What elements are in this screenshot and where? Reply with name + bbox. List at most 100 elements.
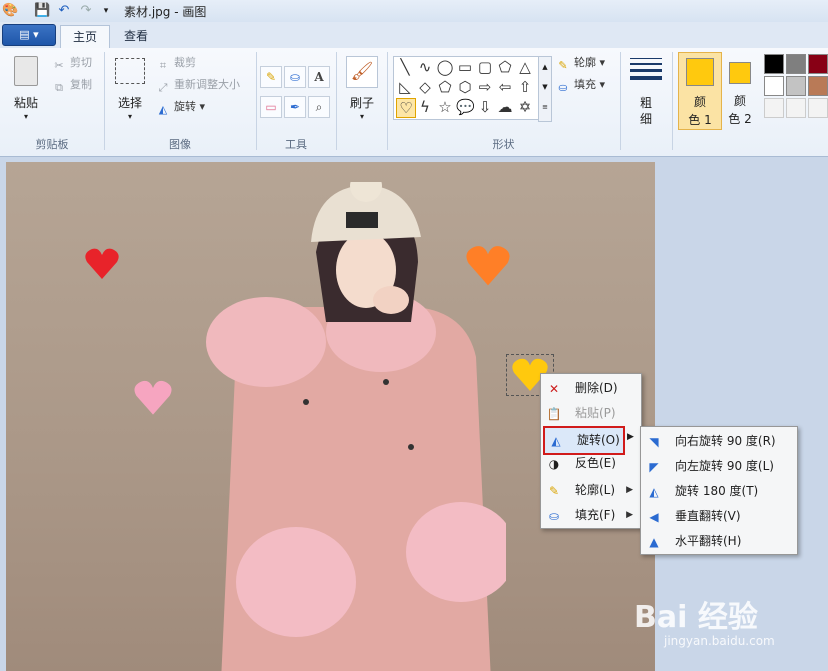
magnifier-icon[interactable]: ⌕ (308, 96, 330, 118)
group-divider (620, 52, 621, 150)
cut-button[interactable]: ✂ 剪切 (52, 54, 92, 72)
menu-item-delete[interactable]: ✕ 删除(D) (543, 376, 639, 401)
tab-view[interactable]: 查看 (112, 25, 160, 47)
rectangle-icon[interactable]: ▭ (456, 58, 474, 76)
crop-icon: ⌗ (159, 59, 167, 72)
menu-item-invert[interactable]: ◑ 反色(E) (543, 451, 639, 476)
copy-button[interactable]: ⧉ 复制 (52, 76, 92, 94)
menu-item-label: 水平翻转(H) (675, 534, 742, 548)
save-icon[interactable]: 💾 (34, 3, 50, 19)
right-triangle-icon[interactable]: ◺ (396, 78, 414, 96)
outline-button[interactable]: ✎ 轮廓 ▾ (556, 54, 605, 72)
resize-icon: ⤢ (158, 81, 168, 94)
copy-icon: ⧉ (55, 81, 63, 94)
menu-item-label: 反色(E) (575, 456, 616, 470)
tab-home[interactable]: 主页 (60, 25, 111, 49)
red-heart-shape[interactable] (84, 247, 120, 281)
arrow-right-icon[interactable]: ⇨ (476, 78, 494, 96)
pink-heart-shape[interactable] (133, 379, 173, 417)
color1-button[interactable]: 颜 色 1 (678, 52, 722, 130)
rounded-rectangle-icon[interactable]: ▢ (476, 58, 494, 76)
star-icon[interactable]: ☆ (436, 98, 454, 116)
palette-swatch-light-gray[interactable] (786, 76, 806, 96)
palette-swatch-empty[interactable] (786, 98, 806, 118)
menu-item-label: 旋转 180 度(T) (675, 484, 759, 498)
palette-swatch-brown[interactable] (808, 76, 828, 96)
color2-label-bottom: 色 2 (728, 112, 752, 126)
menu-item-label: 粘贴(P) (575, 406, 616, 420)
polygon-icon[interactable]: ⬠ (496, 58, 514, 76)
paste-icon: 📋 (546, 407, 562, 421)
rotate-button[interactable]: ◭ 旋转 ▾ (156, 98, 205, 116)
pentagon-icon[interactable]: ⬠ (436, 78, 454, 96)
pencil-icon[interactable]: ✎ (260, 66, 282, 88)
orange-heart-shape[interactable] (463, 244, 513, 288)
palette-swatch-dark-red[interactable] (808, 54, 828, 74)
file-menu-button[interactable]: ▤ ▾ (2, 24, 56, 46)
rotate-label: 旋转 (174, 100, 196, 113)
resize-label: 重新调整大小 (174, 78, 240, 91)
shapes-gallery: ╲ ∿ ◯ ▭ ▢ ⬠ △ ◺ ◇ ⬠ ⬡ ⇨ ⇦ ⇧ ♡ ϟ ☆ 💬 ⇩ ☁ … (393, 56, 550, 120)
arrow-down-icon[interactable]: ⇩ (476, 98, 494, 116)
title-bar: 🎨 💾 ↶ ↷ ▾ 素材.jpg - 画图 (0, 0, 828, 23)
customize-quick-access-icon[interactable]: ▾ (98, 3, 114, 19)
eraser-icon[interactable]: ▭ (260, 96, 282, 118)
curve-icon[interactable]: ∿ (416, 58, 434, 76)
hexagon-icon[interactable]: ⬡ (456, 78, 474, 96)
lightning-icon[interactable]: ϟ (416, 98, 434, 116)
arrow-left-icon[interactable]: ⇦ (496, 78, 514, 96)
undo-icon[interactable]: ↶ (56, 3, 72, 19)
palette-swatch-empty[interactable] (808, 98, 828, 118)
paint-app-icon[interactable]: 🎨 (2, 3, 18, 19)
shapes-group-label: 形状 (492, 138, 515, 151)
arrow-up-icon[interactable]: ⇧ (516, 78, 534, 96)
menu-item-flip-vertical[interactable]: ◀ 垂直翻转(V) (643, 504, 793, 529)
menu-item-outline[interactable]: ✎ 轮廓(L) ▶ (543, 478, 639, 503)
line-icon[interactable]: ╲ (396, 58, 414, 76)
watermark-url: jingyan.baidu.com (664, 634, 775, 648)
menu-item-flip-horizontal[interactable]: ▲ 水平翻转(H) (643, 529, 793, 554)
color-picker-icon[interactable]: ✒ (284, 96, 306, 118)
color2-label-top: 颜 (733, 94, 746, 108)
redo-icon[interactable]: ↷ (78, 3, 94, 19)
size-button[interactable]: 粗 细 (626, 54, 666, 128)
shapes-scrollbar[interactable]: ▲ ▼ ≡ (538, 56, 552, 122)
rotate-left-icon: ◤ (649, 460, 659, 474)
star-six-icon[interactable]: ✡ (516, 98, 534, 116)
text-icon[interactable]: A (308, 66, 330, 88)
oval-icon[interactable]: ◯ (436, 58, 454, 76)
paste-button[interactable]: 粘贴 ▾ (8, 54, 44, 124)
color2-button[interactable]: 颜 色 2 (722, 52, 758, 128)
rotate-submenu: ◥ 向右旋转 90 度(R) ◤ 向左旋转 90 度(L) ◭ 旋转 180 度… (640, 426, 798, 555)
flip-vertical-icon: ◀ (649, 510, 659, 524)
fill-button[interactable]: ⛀ 填充 ▾ (556, 76, 605, 94)
palette-swatch-gray[interactable] (786, 54, 806, 74)
callout-icon[interactable]: 💬 (456, 98, 475, 116)
select-label: 选择 (117, 96, 142, 110)
menu-item-rotate-right-90[interactable]: ◥ 向右旋转 90 度(R) (643, 429, 793, 454)
image-group-label: 图像 (169, 138, 191, 151)
palette-swatch-black[interactable] (764, 54, 784, 74)
select-button[interactable]: 选择 ▾ (112, 54, 148, 124)
menu-item-fill[interactable]: ⛀ 填充(F) ▶ (543, 503, 639, 528)
chevron-down-icon: ▾ (359, 112, 364, 121)
palette-swatch-white[interactable] (764, 76, 784, 96)
watermark-brand: Bai 经验 (634, 600, 758, 635)
ribbon-tab-row: ▤ ▾ 主页 查看 (0, 22, 828, 49)
menu-item-rotate-left-90[interactable]: ◤ 向左旋转 90 度(L) (643, 454, 793, 479)
diamond-icon[interactable]: ◇ (416, 78, 434, 96)
palette-swatch-empty[interactable] (764, 98, 784, 118)
fill-icon: ⛀ (548, 509, 560, 523)
submenu-arrow-icon: ▶ (626, 485, 633, 495)
resize-button[interactable]: ⤢ 重新调整大小 (156, 76, 240, 94)
triangle-icon[interactable]: △ (516, 58, 534, 76)
menu-item-label: 向左旋转 90 度(L) (675, 459, 774, 473)
menu-item-rotate-180[interactable]: ◭ 旋转 180 度(T) (643, 479, 793, 504)
crop-button[interactable]: ⌗ 裁剪 (156, 54, 196, 72)
menu-item-label: 填充(F) (575, 508, 616, 522)
menu-item-paste[interactable]: 📋 粘贴(P) (543, 401, 639, 426)
brushes-button[interactable]: 🖌 刷子 ▾ (342, 54, 382, 124)
fill-bucket-icon[interactable]: ⛀ (284, 66, 306, 88)
cloud-icon[interactable]: ☁ (496, 98, 514, 116)
heart-shape-icon[interactable]: ♡ (396, 98, 416, 118)
